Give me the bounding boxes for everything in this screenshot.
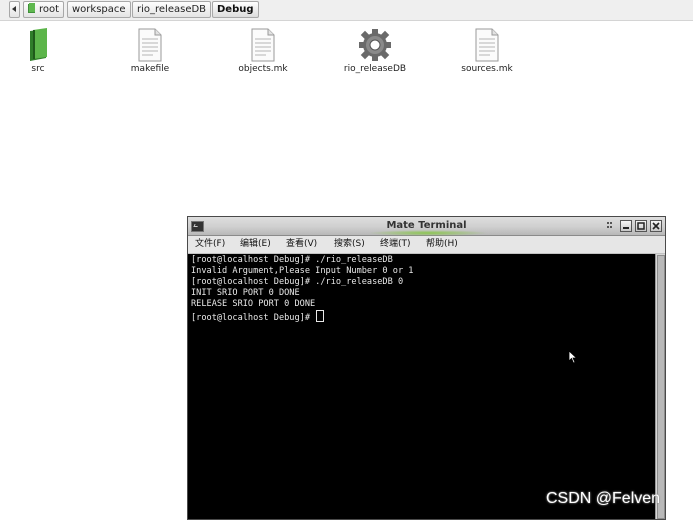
minimize-icon [623, 227, 629, 229]
file-label: sources.mk [461, 64, 513, 74]
text-document-icon [475, 28, 499, 62]
file-sources-mk[interactable]: sources.mk [447, 28, 527, 74]
console-line: [root@localhost Debug]# ./rio_releaseDB [191, 255, 393, 265]
console-line: INIT SRIO PORT 0 DONE [191, 288, 300, 298]
watermark-text: CSDN @Felven [546, 490, 661, 507]
console-line: Invalid Argument,Please Input Number 0 o… [191, 266, 414, 276]
mouse-pointer-icon [568, 350, 578, 364]
file-label: makefile [130, 64, 170, 74]
file-label: objects.mk [238, 64, 288, 74]
close-icon [652, 222, 660, 230]
file-label: src [31, 64, 45, 74]
console-prompt: [root@localhost Debug]# [191, 313, 316, 323]
minimize-button[interactable] [620, 220, 632, 232]
crumb-root-label: root [39, 4, 60, 15]
crumb-debug[interactable]: Debug [212, 1, 259, 18]
file-label: rio_releaseDB [343, 64, 407, 74]
text-cursor [316, 310, 325, 322]
terminal-menubar: 文件(F) 编辑(E) 查看(V) 搜索(S) 终端(T) 帮助(H) [188, 236, 665, 254]
text-document-icon [138, 28, 162, 62]
file-src[interactable]: src [0, 28, 78, 74]
terminal-console[interactable]: [root@localhost Debug]# ./rio_releaseDB I… [188, 254, 655, 519]
crumb-debug-label: Debug [217, 4, 254, 15]
terminal-scrollbar[interactable] [655, 254, 665, 519]
gear-executable-icon [359, 29, 391, 61]
menu-terminal[interactable]: 终端(T) [380, 236, 411, 253]
console-prompt-line: [root@localhost Debug]# [191, 310, 655, 324]
menu-view[interactable]: 查看(V) [286, 236, 317, 253]
green-book-folder-icon [30, 28, 47, 61]
text-document-icon [251, 28, 275, 62]
menu-file[interactable]: 文件(F) [195, 236, 225, 253]
menu-help[interactable]: 帮助(H) [426, 236, 458, 253]
file-makefile[interactable]: makefile [110, 28, 190, 74]
close-button[interactable] [650, 220, 662, 232]
home-icon [28, 3, 35, 13]
crumb-workspace[interactable]: workspace [67, 1, 131, 18]
console-line: [root@localhost Debug]# ./rio_releaseDB … [191, 277, 404, 287]
file-rio-releasedb[interactable]: rio_releaseDB [335, 28, 415, 74]
terminal-title: Mate Terminal [386, 220, 467, 231]
crumb-workspace-label: workspace [72, 4, 126, 15]
scrollbar-thumb[interactable] [657, 255, 665, 519]
path-bar: root workspace rio_releaseDB Debug [0, 0, 693, 21]
console-line: RELEASE SRIO PORT 0 DONE [191, 299, 316, 309]
maximize-button[interactable] [635, 220, 647, 232]
menu-search[interactable]: 搜索(S) [334, 236, 365, 253]
menu-edit[interactable]: 编辑(E) [240, 236, 271, 253]
resize-grip-icon [606, 220, 614, 232]
crumb-rio-releasedb-label: rio_releaseDB [137, 4, 207, 15]
crumb-rio-releasedb[interactable]: rio_releaseDB [132, 1, 212, 18]
maximize-icon [637, 222, 645, 230]
terminal-window[interactable]: Mate Terminal 文件(F) 编辑(E) 查看(V) 搜索(S) 终端… [187, 216, 666, 520]
terminal-titlebar[interactable]: Mate Terminal [188, 217, 665, 236]
path-back-arrow-button[interactable] [9, 1, 20, 18]
file-objects-mk[interactable]: objects.mk [223, 28, 303, 74]
crumb-root[interactable]: root [23, 1, 65, 18]
